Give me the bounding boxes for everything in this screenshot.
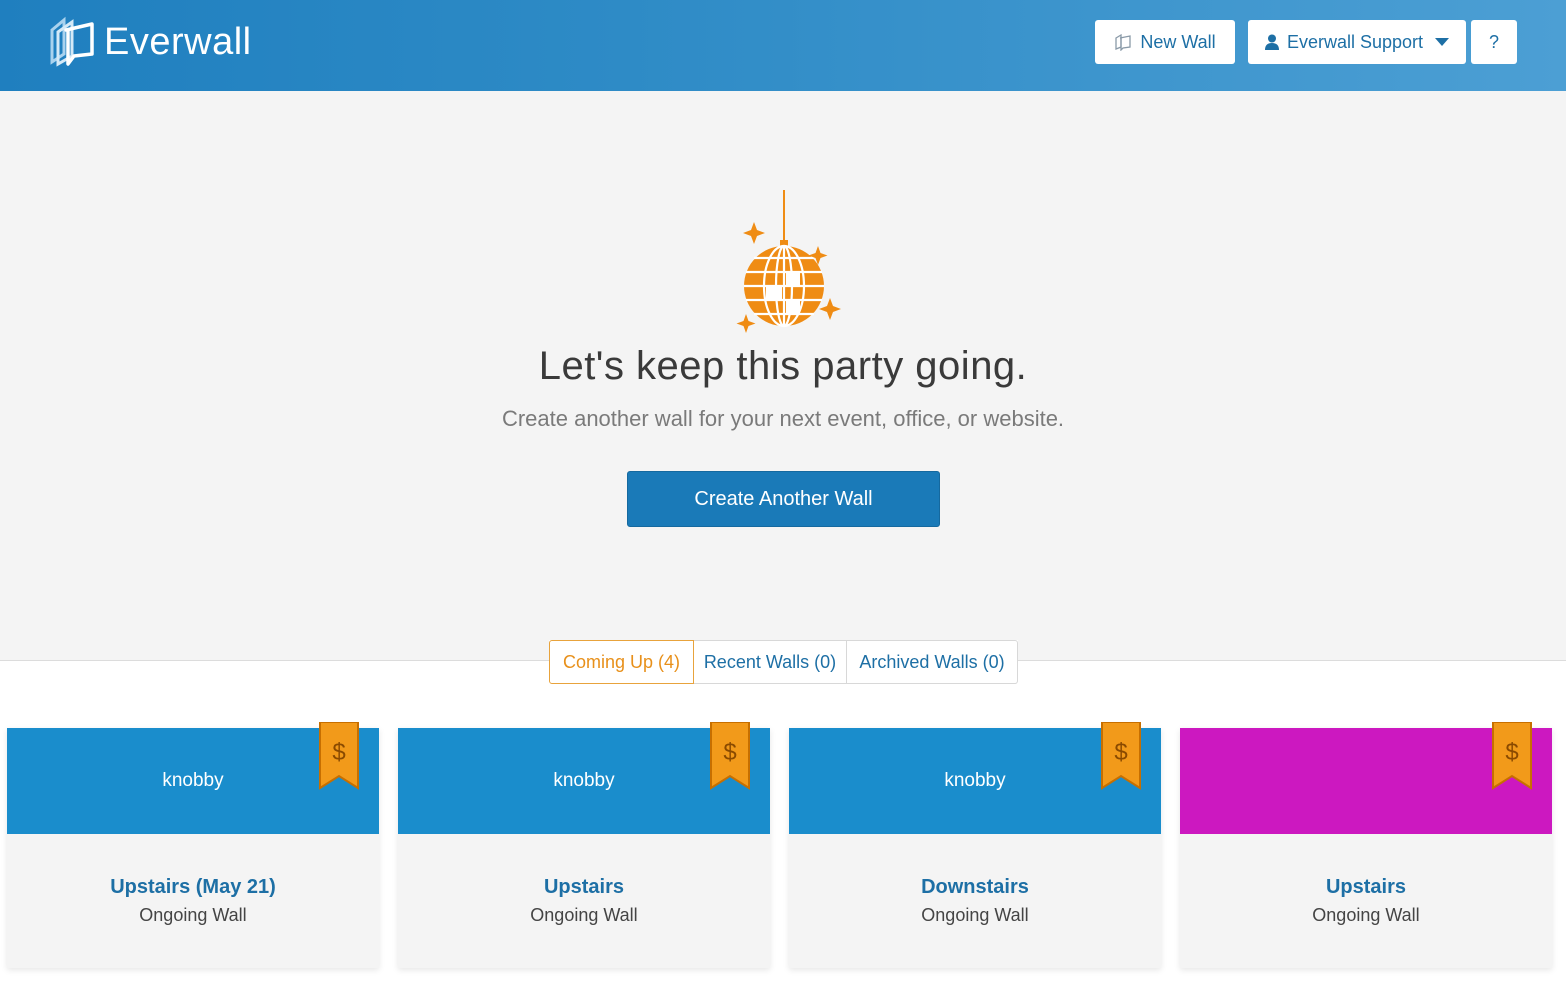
card-banner: knobby $ xyxy=(7,722,379,834)
card-banner-text: knobby xyxy=(944,770,1006,791)
top-header: Everwall New Wall Everwall Support ? xyxy=(0,0,1566,91)
user-icon xyxy=(1264,34,1279,50)
card-body: Upstairs Ongoing Wall xyxy=(1180,834,1552,926)
card-body: Upstairs (May 21) Ongoing Wall xyxy=(7,834,379,926)
ribbon-dollar: $ xyxy=(1505,739,1518,766)
wall-card[interactable]: knobby $ Upstairs (May 21) Ongoing Wall xyxy=(7,722,379,968)
tab-archived-walls[interactable]: Archived Walls (0) xyxy=(847,640,1018,684)
ribbon-dollar: $ xyxy=(332,739,345,766)
account-dropdown-button[interactable]: Everwall Support xyxy=(1248,20,1466,64)
card-title[interactable]: Downstairs xyxy=(789,876,1161,899)
wall-card[interactable]: knobby $ Downstairs Ongoing Wall xyxy=(789,722,1161,968)
card-title[interactable]: Upstairs (May 21) xyxy=(7,876,379,899)
create-another-wall-button[interactable]: Create Another Wall xyxy=(627,471,940,527)
wall-icon xyxy=(1115,33,1131,51)
card-banner-text: knobby xyxy=(162,770,224,791)
caret-down-icon xyxy=(1435,38,1450,46)
hero-subtitle: Create another wall for your next event,… xyxy=(501,406,1065,431)
tab-recent-walls[interactable]: Recent Walls (0) xyxy=(694,640,847,684)
paid-ribbon-icon: $ xyxy=(319,722,359,790)
tab-coming-up[interactable]: Coming Up (4) xyxy=(549,640,694,684)
wall-card[interactable]: knobby $ Upstairs Ongoing Wall xyxy=(398,722,770,968)
card-banner: $ xyxy=(1180,722,1552,834)
brand[interactable]: Everwall xyxy=(48,16,252,68)
everwall-logo-icon xyxy=(50,16,94,67)
card-type: Ongoing Wall xyxy=(1312,905,1420,925)
paid-ribbon-icon: $ xyxy=(710,722,750,790)
card-type: Ongoing Wall xyxy=(921,905,1029,925)
ribbon-dollar: $ xyxy=(723,739,736,766)
card-body: Downstairs Ongoing Wall xyxy=(789,834,1161,926)
hero-title: Let's keep this party going. xyxy=(538,344,1028,388)
card-banner-text: knobby xyxy=(553,770,615,791)
card-title[interactable]: Upstairs xyxy=(1180,876,1552,899)
card-type: Ongoing Wall xyxy=(139,905,247,925)
wall-tabs: Coming Up (4) Recent Walls (0) Archived … xyxy=(549,640,1018,684)
account-label: Everwall Support xyxy=(1286,31,1424,52)
help-button[interactable]: ? xyxy=(1471,20,1517,64)
brand-name: Everwall xyxy=(104,20,252,63)
new-wall-label: New Wall xyxy=(1140,31,1216,52)
wall-card[interactable]: $ Upstairs Ongoing Wall xyxy=(1180,722,1552,968)
card-body: Upstairs Ongoing Wall xyxy=(398,834,770,926)
card-banner: knobby $ xyxy=(789,722,1161,834)
new-wall-button[interactable]: New Wall xyxy=(1095,20,1235,64)
paid-ribbon-icon: $ xyxy=(1492,722,1532,790)
card-type: Ongoing Wall xyxy=(530,905,638,925)
disco-ball-icon xyxy=(736,190,841,333)
ribbon-dollar: $ xyxy=(1114,739,1127,766)
card-banner: knobby $ xyxy=(398,722,770,834)
paid-ribbon-icon: $ xyxy=(1101,722,1141,790)
card-title[interactable]: Upstairs xyxy=(398,876,770,899)
